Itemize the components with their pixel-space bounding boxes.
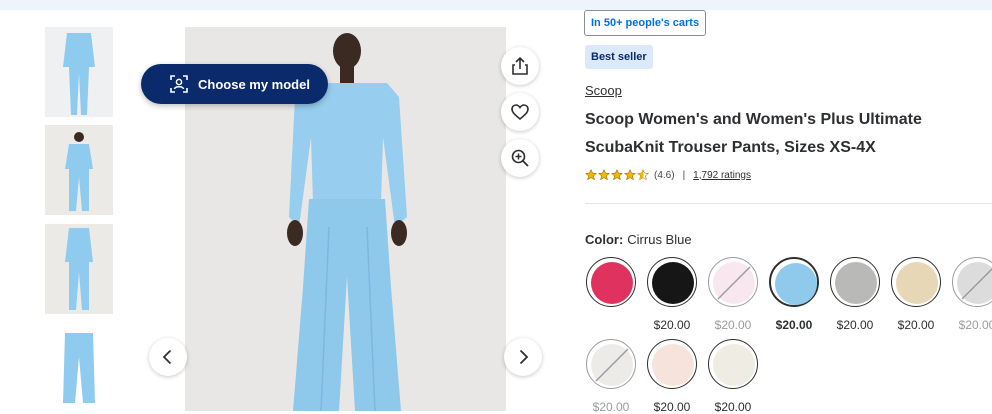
brand-link[interactable]: Scoop [585,83,622,98]
thumbnail-1-image [45,27,113,117]
swatch-price: $20.00 [958,318,992,332]
selected-color-name: Cirrus Blue [627,232,692,247]
unavailable-slash-icon [961,267,992,300]
star-half-icon [637,169,649,181]
color-swatch-fill [896,262,938,304]
zoom-button[interactable] [501,139,539,177]
color-label: Color: [585,232,624,247]
favorite-button[interactable] [501,93,539,131]
swatch-price: $20.00 [592,400,630,414]
color-swatch-fill [835,262,877,304]
ratings-count-link[interactable]: 1,792 ratings [693,170,751,181]
heart-icon [511,104,529,121]
next-image-button[interactable] [504,338,542,376]
divider [585,203,992,204]
chevron-left-icon [162,349,172,365]
star-full-icon [585,169,597,181]
swatch-price: $20.00 [714,318,752,332]
in-carts-badge: In 50+ people's carts [584,10,707,36]
unavailable-slash-icon [717,266,751,300]
unavailable-slash-icon [595,348,629,382]
thumbnail-3-image [45,224,113,314]
swatch-price: $20.00 [897,318,935,332]
thumbnail-4[interactable] [45,323,113,413]
star-full-icon [598,169,610,181]
choose-model-label: Choose my model [198,76,310,92]
previous-image-button[interactable] [149,338,187,376]
color-swatch-fill [652,344,694,386]
rating-value: (4.6) [654,169,675,181]
star-full-icon [611,169,623,181]
thumbnail-1[interactable] [45,27,113,117]
star-rating [585,169,650,181]
color-swatch-7[interactable] [952,257,992,307]
rating-row: (4.6) | 1,792 ratings [585,169,751,181]
swatch-price: $20.00 [775,318,813,332]
share-icon [512,56,528,75]
color-swatch-1[interactable] [586,257,636,307]
thumbnail-4-image [45,323,113,413]
color-swatch-8[interactable] [586,339,636,389]
color-swatch-2[interactable] [647,257,697,307]
person-scan-icon [170,75,188,93]
top-bar [0,0,992,10]
color-swatch-9[interactable] [647,339,697,389]
color-swatch-fill [775,263,817,305]
color-selector-label: Color: Cirrus Blue [585,232,692,247]
color-swatch-3[interactable] [708,257,758,307]
swatch-price: $20.00 [836,318,874,332]
chevron-right-icon [519,349,529,365]
product-title: Scoop Women's and Women's Plus Ultimate … [585,111,922,156]
best-seller-badge: Best seller [585,45,653,69]
thumbnail-2-image [45,125,113,215]
star-full-icon [624,169,636,181]
color-swatch-5[interactable] [830,257,880,307]
color-swatch-6[interactable] [891,257,941,307]
swatch-price: $20.00 [653,318,691,332]
zoom-in-icon [511,149,529,167]
thumbnail-2[interactable] [45,125,113,215]
thumbnail-3[interactable] [45,224,113,314]
choose-model-button[interactable]: Choose my model [141,64,328,104]
color-swatch-fill [713,344,755,386]
rating-separator: | [682,169,686,181]
share-button[interactable] [501,47,539,85]
color-swatch-fill [591,262,633,304]
color-swatch-10[interactable] [708,339,758,389]
swatch-price: $20.00 [653,400,691,414]
color-swatch-fill [652,262,694,304]
color-swatch-4[interactable] [769,257,819,307]
swatch-price: $20.00 [714,400,752,414]
